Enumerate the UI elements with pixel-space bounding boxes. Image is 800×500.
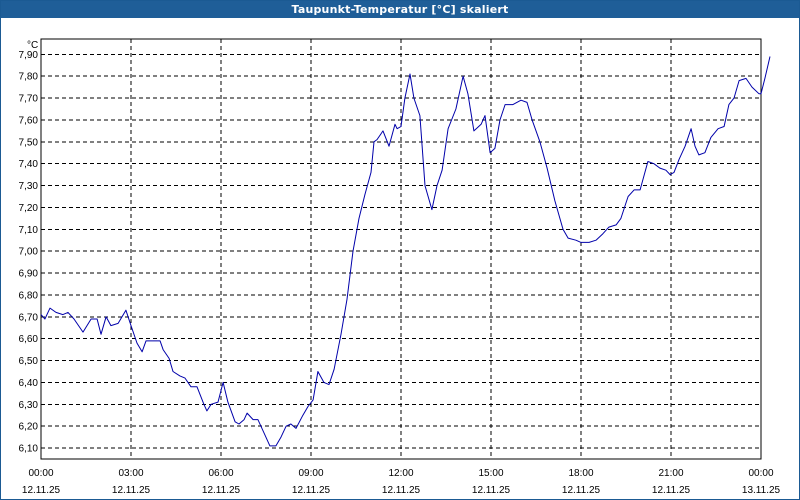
chart-canvas: 6,10 6,20 6,30 6,40 6,50 6,60 6,70 6,80 6,90 7,00… <box>19 38 781 496</box>
x-tick-date-label: 12.11.25 <box>292 485 331 496</box>
y-tick-label: 6,60 <box>19 334 39 345</box>
y-tick-label: 6,90 <box>19 269 39 280</box>
x-tick-time-label: 00:00 <box>748 468 773 479</box>
y-tick-label: 6,70 <box>19 312 39 323</box>
x-tick-time-label: 12:00 <box>388 468 413 479</box>
x-tick-time-label: 03:00 <box>118 468 143 479</box>
y-tick-label: 6,20 <box>19 422 39 433</box>
y-tick-label: 6,50 <box>19 356 39 367</box>
y-tick-label: 7,80 <box>19 72 39 83</box>
x-tick-date-label: 12.11.25 <box>652 485 691 496</box>
y-tick-label: 6,10 <box>19 444 39 455</box>
x-tick-time-label: 21:00 <box>658 468 683 479</box>
y-tick-label: 7,00 <box>19 247 39 258</box>
x-tick-date-label: 12.11.25 <box>472 485 511 496</box>
x-tick-date-label: 12.11.25 <box>562 485 601 496</box>
y-tick-label: 7,50 <box>19 137 39 148</box>
x-tick-date-label: 12.11.25 <box>112 485 151 496</box>
x-tick-time-label: 18:00 <box>568 468 593 479</box>
x-tick-date-label: 13.11.25 <box>742 485 781 496</box>
x-tick-time-label: 00:00 <box>28 468 53 479</box>
x-tick-time-label: 06:00 <box>208 468 233 479</box>
chart-window: Taupunkt-Temperatur [°C] skaliert 6,10 6,… <box>0 0 800 500</box>
y-tick-label: 6,80 <box>19 290 39 301</box>
x-tick-date-label: 12.11.25 <box>382 485 421 496</box>
y-tick-label: 7,70 <box>19 94 39 105</box>
x-tick-time-label: 15:00 <box>478 468 503 479</box>
y-tick-label: 7,60 <box>19 115 39 126</box>
y-axis-ticks: 6,10 6,20 6,30 6,40 6,50 6,60 6,70 6,80 6,90 7,00… <box>19 50 39 455</box>
y-axis-unit-label: °C <box>27 40 38 51</box>
y-tick-label: 7,40 <box>19 159 39 170</box>
y-tick-label: 7,90 <box>19 50 39 61</box>
x-tick-date-label: 12.11.25 <box>22 485 61 496</box>
y-tick-label: 6,40 <box>19 378 39 389</box>
y-tick-label: 7,20 <box>19 203 39 214</box>
x-tick-time-label: 09:00 <box>298 468 323 479</box>
x-axis-ticks: 00:00 12.11.25 03:00 12.11.25 06:00 12.11.25 0… <box>22 468 781 496</box>
y-tick-label: 7,30 <box>19 181 39 192</box>
x-tick-date-label: 12.11.25 <box>202 485 241 496</box>
y-tick-label: 7,10 <box>19 225 39 236</box>
y-tick-label: 6,30 <box>19 400 39 411</box>
